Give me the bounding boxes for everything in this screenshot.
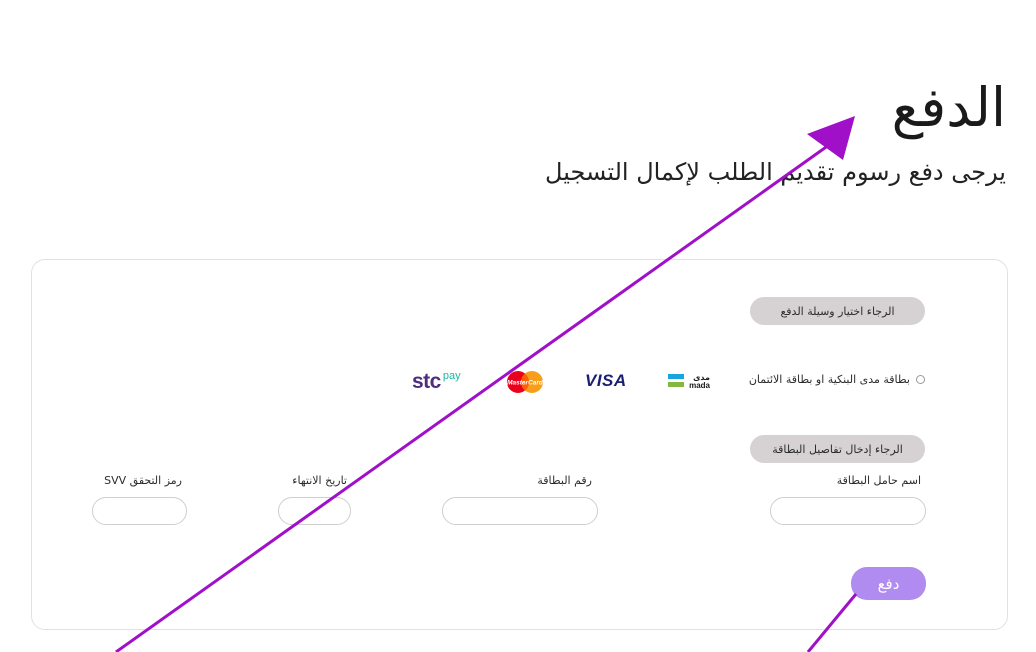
page-subtitle: يرجى دفع رسوم تقديم الطلب لإكمال التسجيل bbox=[545, 158, 1006, 186]
card-number-input[interactable] bbox=[442, 497, 598, 525]
cvv-input[interactable] bbox=[92, 497, 187, 525]
stcpay-logo-icon: stc pay bbox=[412, 370, 461, 394]
cardholder-name-input[interactable] bbox=[770, 497, 926, 525]
cvv-label: رمز التحقق SVV bbox=[104, 474, 182, 487]
card-details-heading: الرجاء إدخال تفاصيل البطاقة bbox=[750, 435, 925, 463]
annotation-arrow-title-head bbox=[807, 116, 855, 160]
visa-logo-icon: VISA bbox=[585, 371, 627, 391]
card-number-label: رقم البطاقة bbox=[537, 474, 592, 487]
visa-logo-text: VISA bbox=[585, 371, 627, 390]
mastercard-logo-text: MasterCard bbox=[507, 380, 544, 387]
payment-option-radio[interactable] bbox=[916, 375, 925, 384]
mada-latin-text: mada bbox=[689, 381, 710, 390]
stcpay-brand-text: stc bbox=[412, 370, 441, 393]
expiry-date-label: تاريخ الانتهاء bbox=[292, 474, 347, 487]
mada-logo-icon: مدى mada bbox=[668, 372, 712, 390]
cardholder-name-label: اسم حامل البطاقة bbox=[836, 474, 921, 487]
stcpay-suffix-text: pay bbox=[442, 370, 461, 382]
payment-option-card[interactable]: بطاقة مدى البنكية او بطاقة الائتمان bbox=[749, 373, 925, 386]
payment-method-heading: الرجاء اختيار وسيلة الدفع bbox=[750, 297, 925, 325]
mastercard-logo-icon: MasterCard bbox=[506, 370, 544, 394]
payment-card: الرجاء اختيار وسيلة الدفع بطاقة مدى البن… bbox=[31, 259, 1008, 630]
expiry-date-input[interactable] bbox=[278, 497, 351, 525]
page-title: الدفع bbox=[891, 76, 1006, 139]
payment-option-label: بطاقة مدى البنكية او بطاقة الائتمان bbox=[748, 373, 910, 386]
pay-button[interactable]: دفع bbox=[851, 567, 926, 600]
